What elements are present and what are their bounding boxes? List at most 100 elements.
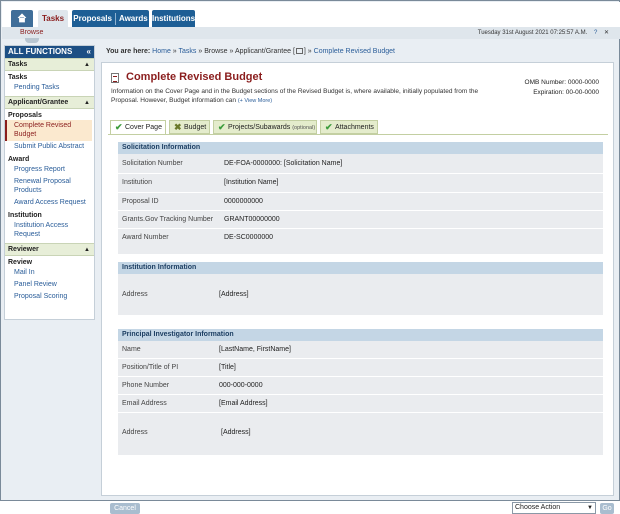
check-icon: ✔ <box>115 122 123 132</box>
field-label: Phone Number <box>122 382 170 389</box>
calendar-icon[interactable] <box>295 48 303 55</box>
pi-header: Principal Investigator Information <box>118 329 603 341</box>
breadcrumb-current[interactable]: Complete Revised Budget <box>314 48 395 55</box>
solicitation-header: Solicitation Information <box>118 142 603 154</box>
page-description: Information on the Cover Page and in the… <box>111 87 506 106</box>
sidebar-item-pending-tasks[interactable]: Pending Tasks <box>5 82 94 94</box>
table-row: Institution [Institution Name] <box>118 174 603 193</box>
sidebar-group-proposals: Proposals <box>8 112 42 119</box>
field-label: Solicitation Number <box>122 160 183 167</box>
cancel-button[interactable]: Cancel <box>110 503 140 514</box>
sidebar-header: ALL FUNCTIONS « <box>5 46 94 58</box>
tab-projects-label: Projects/Subawards <box>228 124 291 131</box>
field-label: Position/Title of PI <box>122 364 179 371</box>
breadcrumb-tasks[interactable]: Tasks <box>179 48 197 55</box>
tab-divider <box>114 12 116 25</box>
breadcrumb-home[interactable]: Home <box>152 48 171 55</box>
collapse-triangle-icon: ▲ <box>84 100 90 106</box>
go-button[interactable]: Go <box>600 503 614 514</box>
institution-panel: Institution Information Address [Address] <box>118 262 603 315</box>
sidebar-item-institution-access-request[interactable]: Institution Access Request <box>5 220 94 241</box>
sidebar-group-review: Review <box>8 259 33 266</box>
field-value: [Address] <box>221 429 251 436</box>
sidebar-section-reviewer[interactable]: Reviewer ▲ <box>5 243 94 256</box>
field-value: 0000000000 <box>224 198 263 205</box>
tab-tasks-label: Tasks <box>41 14 65 23</box>
subnav-collapse-handle[interactable] <box>25 38 39 43</box>
sidebar: ALL FUNCTIONS « Tasks ▲ Tasks Pending Task… <box>4 45 95 320</box>
table-row: Phone Number 000-000-0000 <box>118 377 603 395</box>
tab-proposals-awards: Proposals Awards <box>72 10 149 27</box>
omb-label: OMB Number: <box>524 79 567 86</box>
field-label: Address <box>122 429 148 436</box>
tab-institutions[interactable]: Institutions <box>152 10 195 27</box>
sidebar-item-award-access-request[interactable]: Award Access Request <box>5 197 94 209</box>
sidebar-item-proposal-scoring[interactable]: Proposal Scoring <box>5 291 94 303</box>
pi-panel: Principal Investigator Information Name [… <box>118 329 603 455</box>
home-icon <box>17 13 27 23</box>
field-value: [Email Address] <box>219 400 268 407</box>
breadcrumb-bracket: ] <box>303 48 306 55</box>
breadcrumb: You are here: Home » Tasks » Browse » Ap… <box>106 48 395 55</box>
tab-attachments-label: Attachments <box>335 124 374 131</box>
subnav-browse[interactable]: Browse <box>20 27 43 38</box>
view-more-link[interactable]: (+ View More) <box>238 98 272 104</box>
field-label: Proposal ID <box>122 198 159 205</box>
page-title: Complete Revised Budget <box>126 71 263 83</box>
sidebar-item-progress-report[interactable]: Progress Report <box>5 164 94 176</box>
tab-cover-label: Cover Page <box>125 124 162 131</box>
wrench-icon: ✖ <box>174 122 182 132</box>
sidebar-item-mail-in[interactable]: Mail In <box>5 267 94 279</box>
field-label: Institution <box>122 179 152 186</box>
table-row: Address [Address] <box>118 413 603 455</box>
chevron-down-icon: ▼ <box>587 505 593 511</box>
document-icon <box>111 73 119 83</box>
sidebar-group-institution: Institution <box>8 212 42 219</box>
tab-attachments[interactable]: ✔ Attachments <box>320 120 378 134</box>
tab-budget[interactable]: ✖ Budget <box>169 120 210 134</box>
help-icon[interactable]: ? <box>594 30 597 36</box>
sidebar-section-tasks[interactable]: Tasks ▲ <box>5 58 94 71</box>
collapse-triangle-icon: ▲ <box>84 62 90 68</box>
current-date: Tuesday 31st August 2021 07:25:57 A.M. ?… <box>478 29 609 36</box>
tab-proposals[interactable]: Proposals <box>73 14 112 23</box>
field-value: [Address] <box>219 291 249 298</box>
sidebar-item-panel-review[interactable]: Panel Review <box>5 279 94 291</box>
home-tab[interactable] <box>11 10 33 27</box>
description-text: Information on the Cover Page and in the… <box>111 88 479 104</box>
tab-projects-subawards[interactable]: ✔ Projects/Subawards (optional) <box>213 120 317 134</box>
sidebar-section-applicant[interactable]: Applicant/Grantee ▲ <box>5 96 94 109</box>
tab-baseline <box>108 134 608 135</box>
optional-label: (optional) <box>292 125 316 131</box>
sidebar-item-complete-revised-budget[interactable]: Complete Revised Budget <box>5 120 92 141</box>
choose-action-select[interactable]: Choose Action ▼ <box>512 502 596 514</box>
main-content: You are here: Home » Tasks » Browse » Ap… <box>98 45 617 514</box>
select-value: Choose Action <box>515 504 561 511</box>
breadcrumb-browse: Browse <box>204 48 228 55</box>
field-label: Email Address <box>122 400 167 407</box>
sidebar-title: ALL FUNCTIONS <box>8 47 73 56</box>
field-label: Name <box>122 346 141 353</box>
field-value: [Institution Name] <box>224 179 279 186</box>
field-label: Address <box>122 291 148 298</box>
table-row: Name [LastName, FirstName] <box>118 341 603 359</box>
table-row: Proposal ID 0000000000 <box>118 193 603 211</box>
sidebar-group-tasks: Tasks <box>8 74 28 81</box>
collapse-sidebar-icon[interactable]: « <box>87 46 91 58</box>
tab-awards[interactable]: Awards <box>119 14 148 23</box>
sidebar-item-submit-public-abstract[interactable]: Submit Public Abstract <box>5 141 94 153</box>
top-navigation: Tasks Proposals Awards Institutions <box>2 2 620 28</box>
tab-institutions-label: Institutions <box>152 14 196 23</box>
tab-cover-page[interactable]: ✔ Cover Page <box>110 120 166 135</box>
table-row: Address [Address] <box>118 274 603 314</box>
tab-tasks[interactable]: Tasks <box>38 10 68 28</box>
field-value: DE-SC0000000 <box>224 234 274 241</box>
table-row: Solicitation Number DE-FOA-0000000: [Soli… <box>118 154 603 174</box>
field-value: 000-000-0000 <box>219 382 263 389</box>
sidebar-item-renewal-proposal-products[interactable]: Renewal Proposal Products <box>5 176 94 197</box>
field-value: GRANT00000000 <box>224 216 280 223</box>
close-icon[interactable]: ✕ <box>604 30 609 36</box>
field-label: Grants.Gov Tracking Number <box>122 216 214 223</box>
field-value: [LastName, FirstName] <box>219 346 291 353</box>
date-text: Tuesday 31st August 2021 07:25:57 A.M. <box>477 30 588 36</box>
